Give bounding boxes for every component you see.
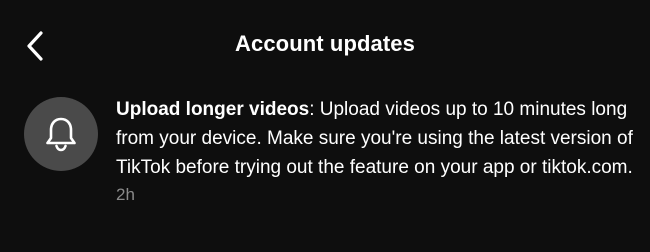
notification-body: Upload longer videos: Upload videos up t… (116, 95, 636, 208)
page-title: Account updates (235, 31, 415, 56)
notification-time: 2h (116, 185, 135, 204)
bell-icon (46, 117, 76, 152)
notification-item[interactable]: Upload longer videos: Upload videos up t… (0, 92, 650, 252)
header: Account updates (0, 0, 650, 96)
notification-title: Upload longer videos (116, 99, 310, 120)
notification-avatar (24, 97, 98, 171)
